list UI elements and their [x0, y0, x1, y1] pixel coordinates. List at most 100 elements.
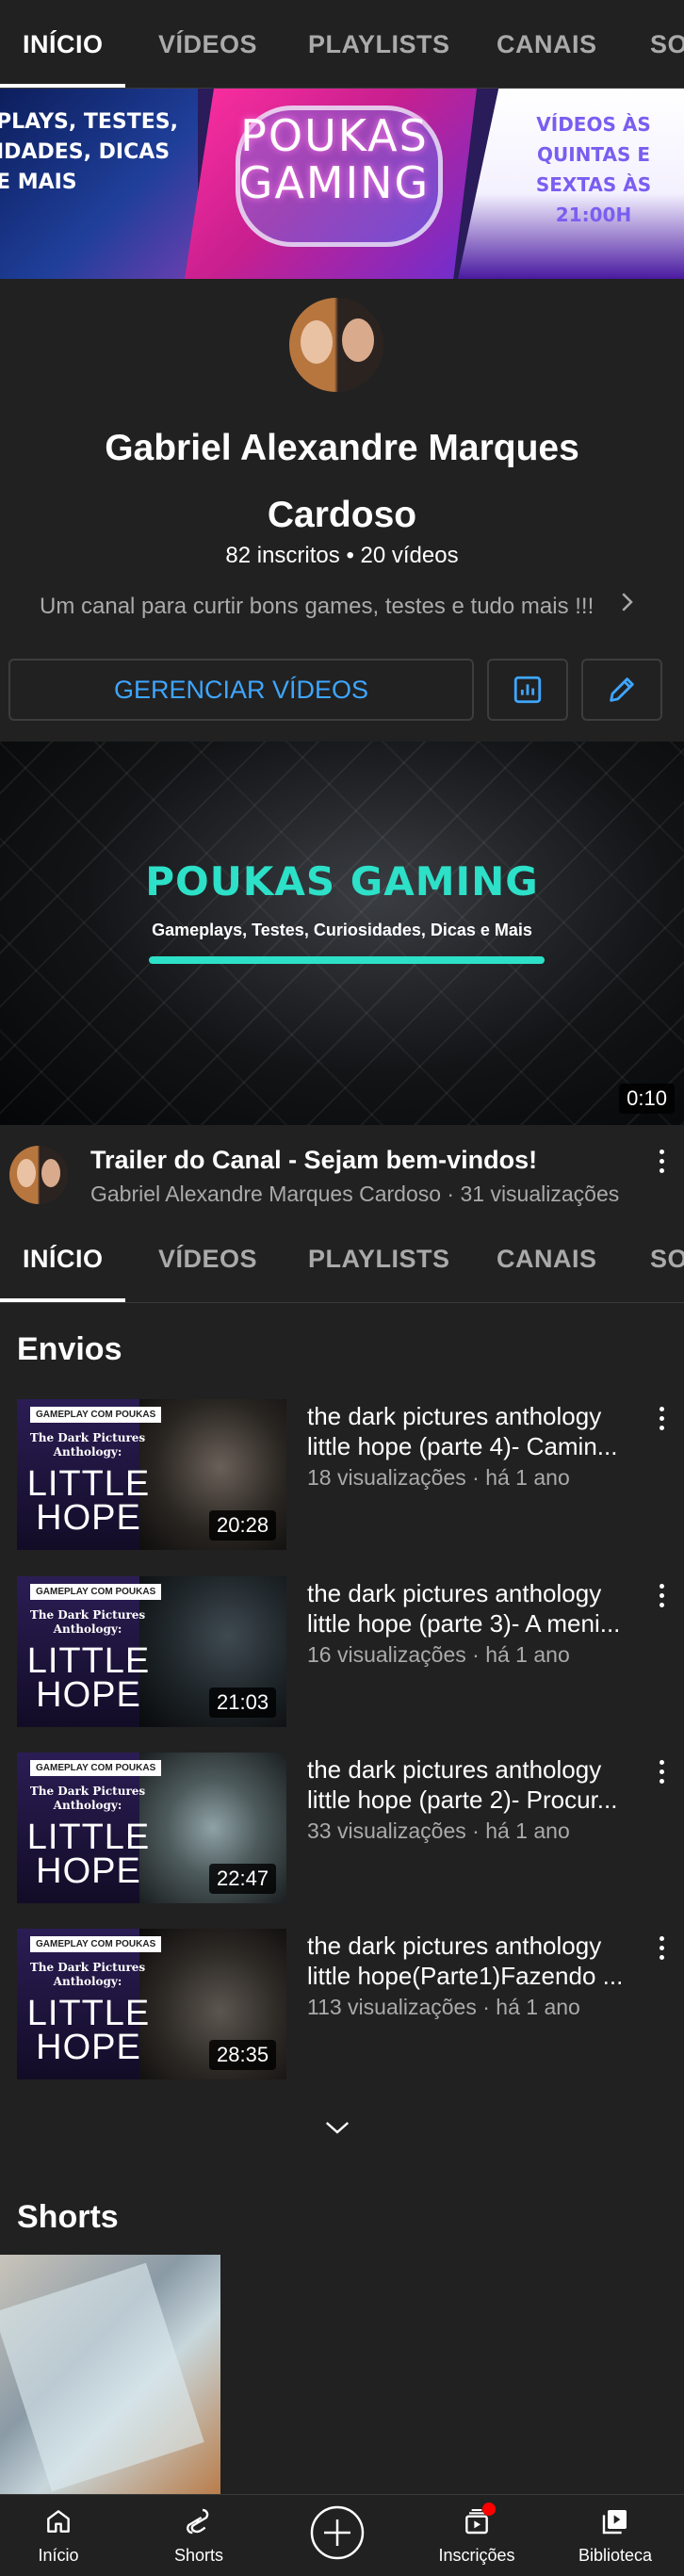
more-options-icon[interactable]	[650, 1753, 673, 1790]
nav-label: Shorts	[173, 2546, 224, 2565]
channel-trailer-thumbnail[interactable]: POUKAS GAMING Gameplays, Testes, Curiosi…	[0, 742, 684, 1125]
video-thumbnail[interactable]: GAMEPLAY COM POUKAS The Dark Pictures An…	[17, 1399, 286, 1550]
video-meta: 113 visualizações · há 1 ano	[307, 1995, 580, 2019]
video-list-item[interactable]: GAMEPLAY COM POUKAS The Dark Pictures An…	[0, 1929, 684, 2079]
active-tab-indicator	[0, 1298, 125, 1302]
nav-label: Biblioteca	[578, 2546, 653, 2565]
thumb-line: HOPE	[36, 1498, 141, 1538]
more-options-icon[interactable]	[650, 1399, 673, 1437]
trailer-video-title[interactable]: Trailer do Canal - Sejam bem-vindos!	[90, 1146, 537, 1175]
short-thumbnail[interactable]	[0, 2255, 220, 2494]
uploads-section-title: Envios	[17, 1331, 122, 1367]
video-duration: 28:35	[209, 2040, 277, 2070]
tab-inicio[interactable]: INÍCIO	[23, 1245, 104, 1274]
chevron-down-icon[interactable]	[323, 2116, 351, 2139]
video-title[interactable]: the dark pictures anthology little hope …	[307, 1401, 627, 1461]
nav-shorts[interactable]: Shorts	[142, 2495, 255, 2576]
tab-canais[interactable]: CANAIS	[497, 30, 597, 59]
thumb-anthology: The Dark Pictures Anthology:	[29, 1961, 146, 1988]
chevron-right-icon[interactable]	[612, 588, 641, 616]
analytics-button[interactable]	[487, 659, 568, 721]
analytics-icon	[513, 676, 542, 704]
video-duration: 0:10	[619, 1084, 675, 1114]
avatar-face	[301, 320, 333, 364]
more-options-icon[interactable]	[650, 1929, 673, 1966]
video-meta: 16 visualizações · há 1 ano	[307, 1642, 570, 1667]
thumb-line: LITTLE	[26, 1464, 151, 1504]
nav-subscriptions[interactable]: Inscrições	[420, 2495, 533, 2576]
avatar-face	[342, 318, 374, 362]
channel-banner: PLAYS, TESTES, IDADES, DICAS E MAIS POUK…	[0, 89, 684, 279]
trailer-video-meta: Gabriel Alexandre Marques Cardoso · 31 v…	[90, 1182, 620, 1206]
thumb-game-title: LITTLE HOPE	[23, 1464, 155, 1538]
shorts-section-title: Shorts	[17, 2199, 119, 2235]
video-title[interactable]: the dark pictures anthology little hope …	[307, 1754, 627, 1815]
thumb-tag: GAMEPLAY COM POUKAS	[30, 1584, 162, 1600]
avatar-face	[41, 1159, 60, 1187]
video-list-item[interactable]: GAMEPLAY COM POUKAS The Dark Pictures An…	[0, 1576, 684, 1727]
video-list-item[interactable]: GAMEPLAY COM POUKAS The Dark Pictures An…	[0, 1399, 684, 1550]
video-thumbnail[interactable]: GAMEPLAY COM POUKAS The Dark Pictures An…	[17, 1576, 286, 1727]
video-title[interactable]: the dark pictures anthology little hope …	[307, 1578, 627, 1639]
active-tab-indicator	[0, 84, 125, 88]
thumb-game-title: LITTLE HOPE	[23, 1819, 155, 1891]
tab-playlists[interactable]: PLAYLISTS	[308, 1245, 450, 1274]
video-duration: 22:47	[209, 1864, 277, 1894]
video-title[interactable]: the dark pictures anthology little hope(…	[307, 1931, 627, 1991]
create-icon[interactable]	[309, 2504, 366, 2561]
tab-playlists[interactable]: PLAYLISTS	[308, 30, 450, 59]
thumb-line: HOPE	[36, 1851, 141, 1891]
thumb-anthology: The Dark Pictures Anthology:	[29, 1608, 146, 1636]
video-duration: 21:03	[209, 1687, 277, 1718]
pencil-icon	[610, 677, 634, 702]
short-scene	[0, 2262, 204, 2492]
thumb-tag: GAMEPLAY COM POUKAS	[30, 1936, 162, 1952]
nav-label: Início	[38, 2546, 79, 2565]
video-thumbnail[interactable]: GAMEPLAY COM POUKAS The Dark Pictures An…	[17, 1929, 286, 2079]
banner-schedule-text: VÍDEOS ÀS QUINTAS E SEXTAS ÀS 21:00H	[535, 113, 652, 226]
tab-canais[interactable]: CANAIS	[497, 1245, 597, 1274]
thumb-game-title: LITTLE HOPE	[23, 1641, 155, 1713]
thumb-tag: GAMEPLAY COM POUKAS	[30, 1407, 162, 1423]
video-meta: 33 visualizações · há 1 ano	[307, 1818, 570, 1843]
thumb-line: LITTLE	[26, 1994, 151, 2033]
thumb-line: LITTLE	[26, 1641, 151, 1681]
edit-channel-button[interactable]	[581, 659, 662, 721]
thumb-anthology: The Dark Pictures Anthology:	[29, 1431, 146, 1459]
trailer-info[interactable]: Trailer do Canal - Sejam bem-vindos! Gab…	[0, 1131, 684, 1206]
channel-name: Gabriel Alexandre Marques Cardoso	[105, 428, 579, 535]
trailer-thumb-underline	[149, 956, 545, 964]
banner-title: POUKAS GAMING	[238, 110, 431, 208]
more-options-icon[interactable]	[650, 1576, 673, 1614]
bottom-navigation: Início Shorts Inscrições Biblioteca	[0, 2494, 684, 2576]
tab-inicio[interactable]: INÍCIO	[23, 30, 104, 59]
manage-videos-button[interactable]: GERENCIAR VÍDEOS	[8, 659, 474, 721]
library-icon	[602, 2510, 627, 2535]
channel-avatar[interactable]	[289, 298, 383, 392]
thumb-tag: GAMEPLAY COM POUKAS	[30, 1760, 162, 1776]
thumb-game-title: LITTLE HOPE	[23, 1994, 155, 2067]
tab-videos[interactable]: VÍDEOS	[158, 30, 257, 59]
channel-tabs: INÍCIO VÍDEOS PLAYLISTS CANAIS SOBRE	[0, 0, 684, 89]
tab-videos[interactable]: VÍDEOS	[158, 1245, 257, 1274]
shorts-icon	[187, 2508, 209, 2535]
channel-stats: 82 inscritos • 20 vídeos	[225, 543, 459, 568]
home-icon	[47, 2510, 70, 2533]
video-meta: 18 visualizações · há 1 ano	[307, 1465, 570, 1490]
banner-left-text: PLAYS, TESTES, IDADES, DICAS E MAIS	[0, 110, 178, 194]
channel-tabs-sticky: INÍCIO VÍDEOS PLAYLISTS CANAIS SOBRE	[0, 1215, 684, 1303]
more-options-icon[interactable]	[650, 1142, 673, 1180]
video-duration: 20:28	[209, 1510, 277, 1541]
tab-sobre[interactable]: SOBRE	[650, 30, 684, 59]
nav-home[interactable]: Início	[2, 2495, 115, 2576]
trailer-thumb-title: POUKAS GAMING	[145, 858, 539, 905]
video-list-item[interactable]: GAMEPLAY COM POUKAS The Dark Pictures An…	[0, 1753, 684, 1903]
channel-avatar-small[interactable]	[9, 1146, 68, 1204]
channel-description[interactable]: Um canal para curtir bons games, testes …	[40, 594, 594, 620]
video-thumbnail[interactable]: GAMEPLAY COM POUKAS The Dark Pictures An…	[17, 1753, 286, 1903]
tab-sobre[interactable]: SOBRE	[650, 1245, 684, 1274]
nav-label: Inscrições	[438, 2546, 515, 2565]
notification-dot	[482, 2503, 496, 2516]
thumb-line: HOPE	[36, 2028, 141, 2067]
nav-library[interactable]: Biblioteca	[559, 2495, 672, 2576]
